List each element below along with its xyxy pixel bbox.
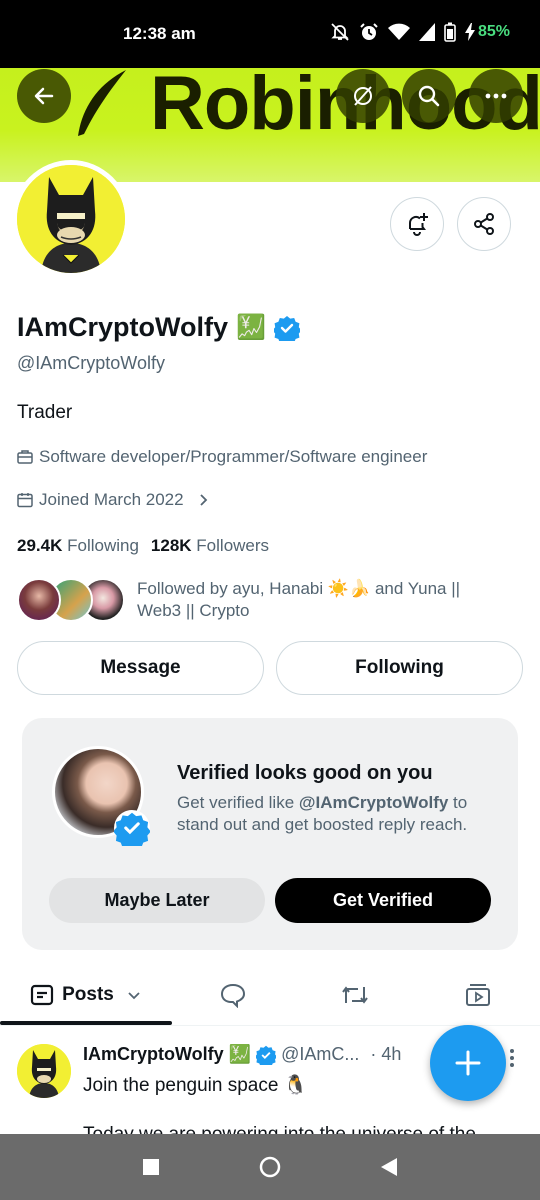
calendar-icon [17, 493, 33, 508]
tweet-author-handle: @IAmC... [281, 1044, 360, 1064]
chevron-down-icon [128, 992, 140, 1000]
battery-icon [444, 22, 456, 42]
verified-badge-icon [256, 1045, 277, 1065]
promo-title: Verified looks good on you [177, 762, 433, 784]
profile-name-text: IAmCryptoWolfy [17, 312, 229, 342]
share-icon [474, 213, 494, 235]
chevron-right-icon [199, 494, 207, 506]
chart-emoji: 💹 [228, 1044, 252, 1064]
more-icon [485, 93, 507, 99]
more-button[interactable] [469, 69, 523, 123]
triangle-back-icon [381, 1158, 397, 1176]
followers-stat[interactable]: 128K Followers [151, 536, 269, 556]
home-button[interactable] [230, 1134, 310, 1200]
tweet-avatar[interactable] [17, 1044, 71, 1098]
replies-icon [220, 983, 246, 1008]
robinhood-feather-icon [78, 70, 126, 136]
notifications-button[interactable] [390, 197, 444, 251]
following-button[interactable]: Following [276, 641, 523, 695]
tweet-time: · 4h [370, 1044, 402, 1064]
active-tab-indicator [0, 1021, 172, 1025]
profile-name: IAmCryptoWolfy 💹 [17, 312, 300, 343]
back-button[interactable] [17, 69, 71, 123]
compose-button[interactable] [430, 1025, 506, 1101]
reposts-icon [342, 986, 368, 1004]
alarm-icon [360, 23, 378, 40]
tweet-more-icon[interactable] [508, 1048, 516, 1068]
tab-reposts[interactable] [294, 966, 416, 1024]
status-bar: 12:38 am 85% [0, 0, 540, 68]
status-time: 12:38 am [123, 24, 196, 43]
bell-off-icon [331, 23, 349, 41]
recents-button[interactable] [111, 1134, 191, 1200]
get-verified-button[interactable]: Get Verified [275, 878, 491, 923]
media-icon [466, 984, 490, 1006]
ape-avatar-image [17, 165, 125, 273]
charging-icon [464, 23, 475, 41]
joined-text: Joined March 2022 [39, 490, 184, 509]
battery-percent: 85% [477, 23, 510, 40]
tweet-header: IAmCryptoWolfy 💹 @IAmC... · 4h [83, 1044, 401, 1065]
square-icon [143, 1159, 159, 1175]
tweet-author-name[interactable]: IAmCryptoWolfy [83, 1044, 224, 1065]
profile-bio: Trader [17, 402, 73, 423]
chart-emoji: 💹 [236, 314, 266, 341]
tweet-text: Join the penguin space 🐧 [83, 1075, 308, 1096]
tab-media[interactable] [416, 966, 540, 1024]
plus-icon [455, 1050, 481, 1076]
tab-posts[interactable]: Posts [0, 966, 172, 1025]
profile-stats: 29.4K Following 128K Followers [17, 536, 269, 556]
profile-tabs: Posts [0, 966, 540, 1026]
profile-avatar[interactable] [12, 160, 130, 278]
signal-icon [418, 23, 435, 41]
back-nav-button[interactable] [349, 1134, 429, 1200]
follower-avatar-1 [17, 578, 61, 622]
ape-avatar-image [17, 1044, 71, 1098]
followed-by-text: Followed by ayu, Hanabi ☀️🍌 and Yuna || … [137, 579, 461, 620]
promo-description: Get verified like @IAmCryptoWolfy to sta… [177, 793, 468, 834]
maybe-later-button[interactable]: Maybe Later [49, 878, 265, 923]
search-button[interactable] [402, 69, 456, 123]
hide-banner-button[interactable] [336, 69, 390, 123]
profile-handle: @IAmCryptoWolfy [17, 353, 165, 373]
profile-joined[interactable]: Joined March 2022 [17, 490, 210, 510]
circle-icon [259, 1156, 281, 1178]
share-button[interactable] [457, 197, 511, 251]
tab-replies[interactable] [172, 966, 294, 1024]
profile-profession: Software developer/Programmer/Software e… [17, 447, 427, 467]
hide-icon [354, 86, 372, 106]
briefcase-icon [17, 450, 33, 464]
profession-text: Software developer/Programmer/Software e… [39, 447, 428, 466]
verified-badge-icon [273, 315, 300, 341]
tab-posts-label: Posts [62, 984, 114, 1005]
message-button[interactable]: Message [17, 641, 264, 695]
verify-promo-card: Verified looks good on you Get verified … [22, 718, 518, 950]
back-arrow-icon [34, 87, 54, 105]
search-icon [418, 85, 440, 107]
bell-plus-icon [408, 213, 428, 236]
wifi-icon [387, 23, 410, 40]
posts-icon [31, 984, 54, 1006]
system-nav-bar [0, 1134, 540, 1200]
followed-by[interactable]: Followed by ayu, Hanabi ☀️🍌 and Yuna || … [17, 576, 527, 626]
following-stat[interactable]: 29.4K Following [17, 536, 139, 556]
verified-badge-icon [114, 810, 150, 846]
